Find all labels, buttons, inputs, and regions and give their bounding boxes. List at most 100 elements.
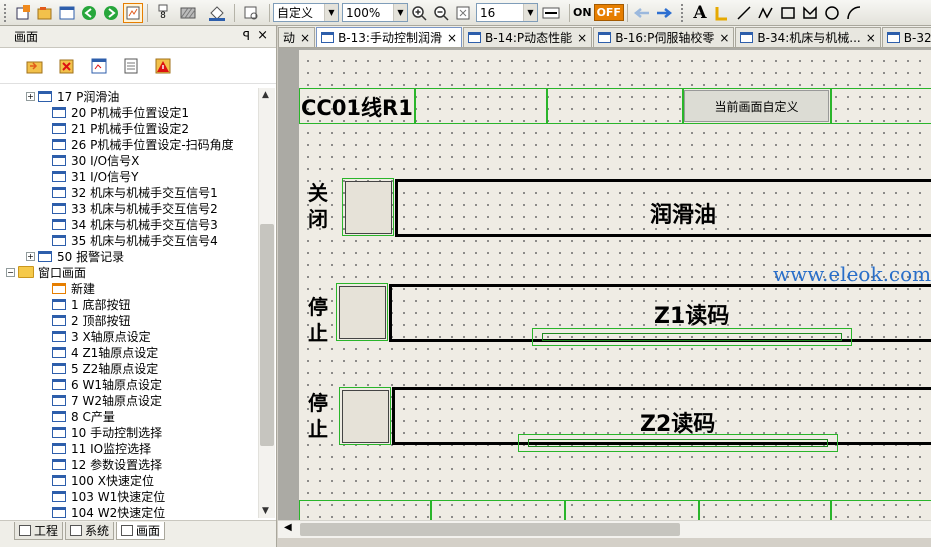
document-tab[interactable]: B-34:机床与机械... ×: [735, 27, 881, 47]
line-tool-icon[interactable]: [734, 3, 754, 23]
text-tool-icon[interactable]: A: [690, 3, 710, 23]
chevron-down-icon[interactable]: ▼: [523, 4, 537, 21]
tree-item[interactable]: +17 P润滑油: [0, 88, 258, 104]
close-icon[interactable]: ×: [719, 31, 729, 45]
open-screen-icon[interactable]: [35, 3, 55, 23]
expand-icon[interactable]: +: [26, 91, 35, 101]
delete-screen-icon[interactable]: [56, 55, 78, 77]
tree-item[interactable]: 新建: [0, 280, 258, 296]
scroll-left-icon[interactable]: ◀: [284, 522, 292, 533]
screen-warning-icon[interactable]: [152, 55, 174, 77]
pin-icon[interactable]: ꟼ: [243, 29, 250, 43]
on-off-toggle[interactable]: ON OFF: [573, 4, 624, 21]
tree-item[interactable]: 104 W2快速定位: [0, 504, 258, 518]
footer-frame[interactable]: [431, 500, 565, 520]
font-size-select[interactable]: 16 ▼: [476, 3, 538, 22]
tree-item[interactable]: 10 手动控制选择: [0, 424, 258, 440]
switch-button[interactable]: [345, 181, 392, 234]
fill-color-icon[interactable]: [204, 3, 230, 23]
zoom-fit-icon[interactable]: [453, 3, 473, 23]
tree-item[interactable]: 35 机床与机械手交互信号4: [0, 232, 258, 248]
document-tab[interactable]: B-13:手动控制润滑 ×: [316, 27, 463, 47]
close-icon[interactable]: ×: [866, 31, 876, 45]
tree-item[interactable]: 34 机床与机械手交互信号3: [0, 216, 258, 232]
footer-frame[interactable]: [565, 500, 699, 520]
circle-tool-icon[interactable]: [822, 3, 842, 23]
open-folder-icon[interactable]: [24, 55, 46, 77]
new-screen-icon[interactable]: [13, 3, 33, 23]
footer-frame[interactable]: [299, 500, 431, 520]
polyline-tool-icon[interactable]: [756, 3, 776, 23]
tree-item[interactable]: 32 机床与机械手交互信号1: [0, 184, 258, 200]
document-tab[interactable]: B-32: [881, 27, 931, 47]
line-style-icon[interactable]: [539, 3, 565, 23]
switch-button[interactable]: [342, 390, 389, 443]
zoom-in-icon[interactable]: [409, 3, 429, 23]
chevron-down-icon[interactable]: ▼: [324, 4, 338, 21]
tree-scrollbar[interactable]: ▲ ▼: [258, 88, 275, 518]
toolbar-grip[interactable]: [680, 3, 685, 22]
readout-field[interactable]: [542, 333, 842, 341]
arrow-left-icon[interactable]: [632, 3, 652, 23]
tree-item[interactable]: 30 I/O信号X: [0, 152, 258, 168]
tree-item[interactable]: 8 C产量: [0, 408, 258, 424]
readout-field[interactable]: [528, 439, 828, 447]
arrow-right-icon[interactable]: [654, 3, 674, 23]
footer-frame[interactable]: [831, 500, 931, 520]
close-icon[interactable]: ×: [447, 31, 457, 45]
editor-hscrollbar[interactable]: ◀: [278, 520, 931, 538]
tree-item[interactable]: 103 W1快速定位: [0, 488, 258, 504]
tree-item[interactable]: − 窗口画面: [0, 264, 258, 280]
forward-circle-icon[interactable]: [101, 3, 121, 23]
header-frame[interactable]: [415, 88, 547, 124]
tree-item[interactable]: 3 X轴原点设定: [0, 328, 258, 344]
tree-item[interactable]: 5 Z2轴原点设定: [0, 360, 258, 376]
screen-list-icon[interactable]: [57, 3, 77, 23]
close-icon[interactable]: ×: [577, 31, 587, 45]
screen-document-icon[interactable]: [120, 55, 142, 77]
expand-icon[interactable]: +: [26, 251, 35, 261]
tree-item[interactable]: 21 P机械手位置设定2: [0, 120, 258, 136]
tree-item[interactable]: 4 Z1轴原点设定: [0, 344, 258, 360]
header-frame[interactable]: [547, 88, 683, 124]
zoom-mode-select[interactable]: 自定义 ▼: [273, 3, 339, 22]
document-tab[interactable]: B-16:P伺服轴校零 ×: [593, 27, 735, 47]
rectangle-tool-icon[interactable]: [778, 3, 798, 23]
screen-property-icon[interactable]: [123, 2, 143, 23]
chevron-down-icon[interactable]: ▼: [393, 4, 407, 21]
tree-item[interactable]: 12 参数设置选择: [0, 456, 258, 472]
tree-item[interactable]: 2 顶部按钮: [0, 312, 258, 328]
tab-system[interactable]: 系统: [65, 522, 115, 540]
tree-item[interactable]: 26 P机械手位置设定-扫码角度: [0, 136, 258, 152]
scrollbar-thumb[interactable]: [300, 523, 680, 536]
close-icon[interactable]: ×: [257, 28, 268, 43]
document-tab[interactable]: B-14:P动态性能 ×: [463, 27, 593, 47]
comment-tool-icon[interactable]: [712, 3, 732, 23]
tree-item[interactable]: 7 W2轴原点设定: [0, 392, 258, 408]
tree-item[interactable]: 100 X快速定位: [0, 472, 258, 488]
back-circle-icon[interactable]: [79, 3, 99, 23]
close-icon[interactable]: ×: [300, 31, 310, 45]
header-frame[interactable]: [831, 88, 931, 124]
tree-item[interactable]: 31 I/O信号Y: [0, 168, 258, 184]
layer-selector[interactable]: 8: [152, 3, 174, 23]
tree-item[interactable]: 11 IO监控选择: [0, 440, 258, 456]
tree-item[interactable]: 1 底部按钮: [0, 296, 258, 312]
switch-button[interactable]: [339, 286, 386, 339]
scrollbar-thumb[interactable]: [260, 224, 274, 446]
tree-item[interactable]: +50 报警记录: [0, 248, 258, 264]
tree-item[interactable]: 6 W1轴原点设定: [0, 376, 258, 392]
footer-frame[interactable]: [699, 500, 831, 520]
scroll-down-icon[interactable]: ▼: [262, 506, 269, 516]
polygon-tool-icon[interactable]: [800, 3, 820, 23]
scroll-up-icon[interactable]: ▲: [262, 90, 269, 100]
fill-pattern-icon[interactable]: [176, 3, 202, 23]
zoom-percent-select[interactable]: 100% ▼: [342, 3, 408, 22]
tab-screen[interactable]: 画面: [116, 522, 166, 540]
toolbar-grip[interactable]: [4, 3, 8, 22]
document-tab[interactable]: 动 ×: [278, 27, 316, 47]
screen-preview-icon[interactable]: [88, 55, 110, 77]
tab-project[interactable]: 工程: [14, 522, 64, 540]
zoom-select-icon[interactable]: [239, 3, 265, 23]
zoom-out-icon[interactable]: [431, 3, 451, 23]
